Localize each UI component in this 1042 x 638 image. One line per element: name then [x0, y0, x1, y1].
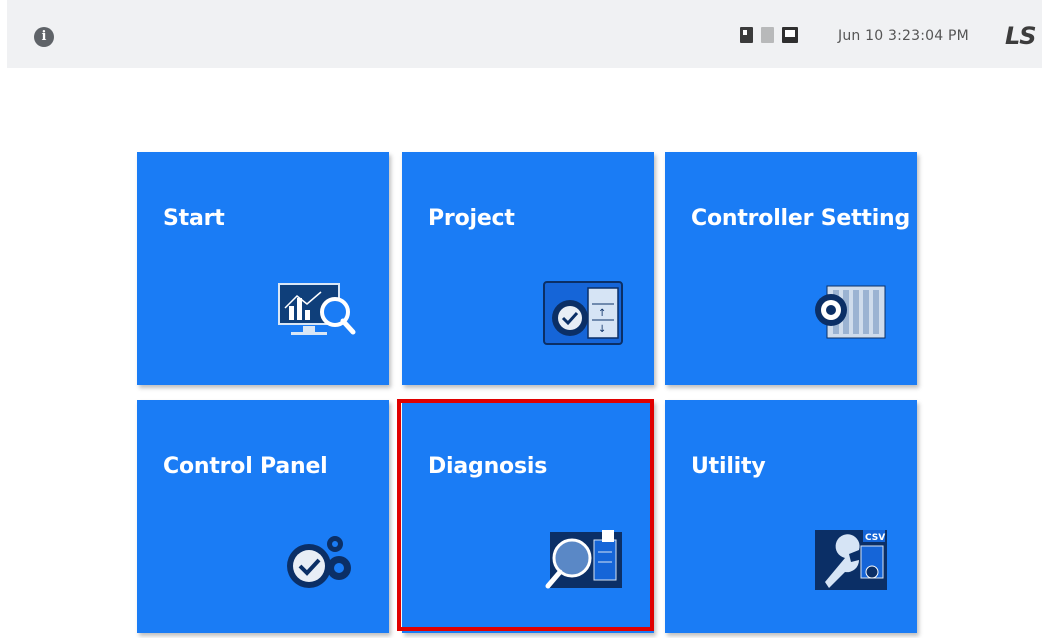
ls-logo: LS	[1005, 22, 1037, 50]
svg-text:↑: ↑	[598, 308, 606, 319]
tile-start[interactable]: Start	[137, 152, 389, 385]
gears-check-icon	[287, 536, 351, 588]
top-bar: i Jun 10 3:23:04 PM LS	[7, 0, 1042, 68]
tile-label: Utility	[691, 454, 766, 479]
sd-card-icon	[740, 27, 753, 43]
magnifier-module-icon	[545, 530, 622, 589]
tile-control-panel[interactable]: Control Panel	[137, 400, 389, 633]
datetime: Jun 10 3:23:04 PM	[838, 28, 969, 44]
info-icon[interactable]: i	[34, 27, 54, 47]
tile-project[interactable]: Project ↑ ↓	[402, 152, 654, 385]
network-icon	[782, 27, 798, 43]
tile-controller-setting[interactable]: Controller Setting	[665, 152, 917, 385]
wrench-csv-icon: CSV	[815, 530, 887, 590]
tile-label: Control Panel	[163, 454, 328, 479]
gear-plc-rack-icon	[815, 285, 886, 339]
tile-label: Start	[163, 206, 225, 231]
tile-label: Project	[428, 206, 515, 231]
tile-utility[interactable]: Utility CSV	[665, 400, 917, 633]
tile-diagnosis[interactable]: Diagnosis	[402, 400, 654, 633]
svg-text:CSV: CSV	[865, 533, 885, 543]
tile-label: Controller Setting	[691, 206, 911, 231]
svg-text:↓: ↓	[598, 324, 606, 335]
status-icons	[740, 27, 798, 43]
gear-check-document-icon: ↑ ↓	[543, 281, 623, 345]
tile-label: Diagnosis	[428, 454, 548, 479]
chart-monitor-search-icon	[278, 283, 356, 335]
memory-card-icon	[761, 27, 774, 43]
